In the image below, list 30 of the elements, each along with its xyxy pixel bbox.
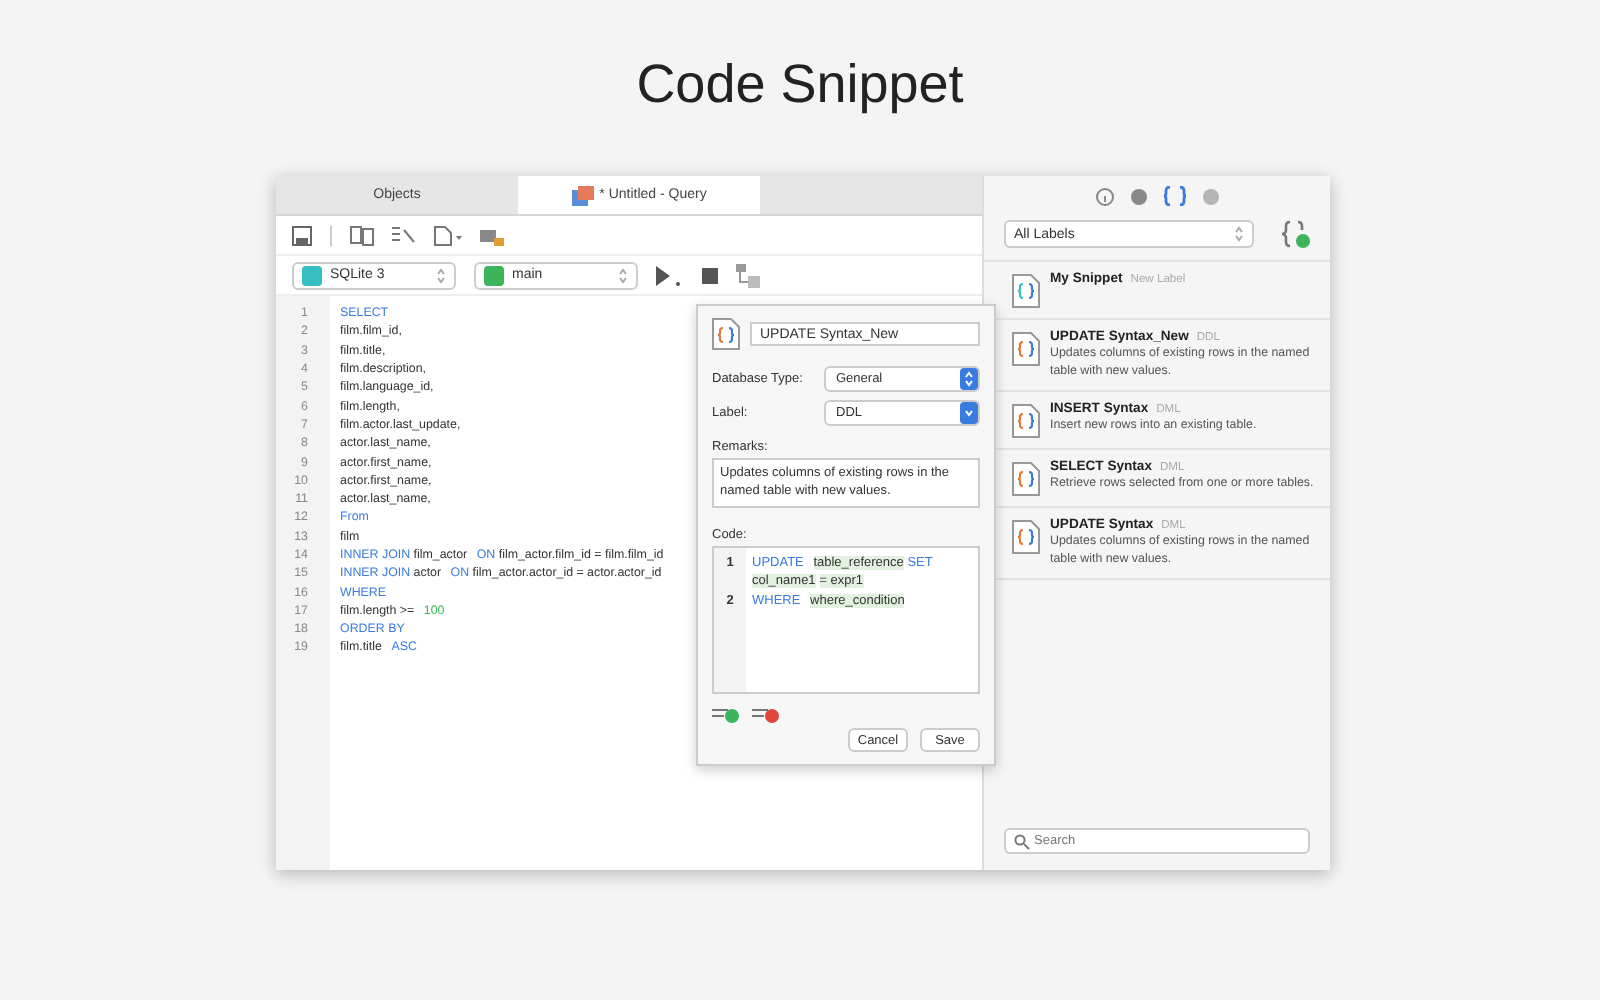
sqlite-icon	[302, 265, 322, 285]
info-tab-icon[interactable]	[1095, 187, 1113, 205]
file-icon[interactable]	[434, 225, 462, 245]
query-icon	[571, 185, 594, 205]
page-heading: Code Snippet	[636, 52, 964, 118]
add-placeholder-icon[interactable]	[712, 704, 740, 724]
snippet-file-icon	[1012, 332, 1040, 366]
updown-icon	[1234, 226, 1244, 242]
updown-icon	[436, 267, 446, 283]
save-icon[interactable]	[292, 225, 312, 245]
dot-tab-icon[interactable]	[1129, 187, 1147, 205]
stop-icon[interactable]	[702, 267, 718, 283]
snippet-file-icon	[1012, 520, 1040, 554]
updown-icon	[618, 267, 628, 283]
braces-tab-icon[interactable]	[1163, 186, 1185, 206]
copy-icon[interactable]	[350, 225, 374, 245]
chevron-down-icon	[960, 402, 978, 424]
remove-placeholder-icon[interactable]	[752, 704, 780, 724]
snippet-file-icon	[1012, 404, 1040, 438]
search-icon	[1014, 833, 1030, 849]
updown-icon	[960, 368, 978, 390]
snippet-file-icon	[1012, 274, 1040, 308]
explain-icon[interactable]	[736, 263, 760, 287]
database-icon	[484, 265, 504, 285]
snippet-file-icon	[712, 318, 740, 350]
format-icon[interactable]	[392, 225, 416, 245]
export-icon[interactable]	[480, 225, 504, 245]
run-icon[interactable]	[656, 265, 684, 285]
new-snippet-icon[interactable]	[1282, 220, 1310, 248]
snippet-file-icon	[1012, 462, 1040, 496]
